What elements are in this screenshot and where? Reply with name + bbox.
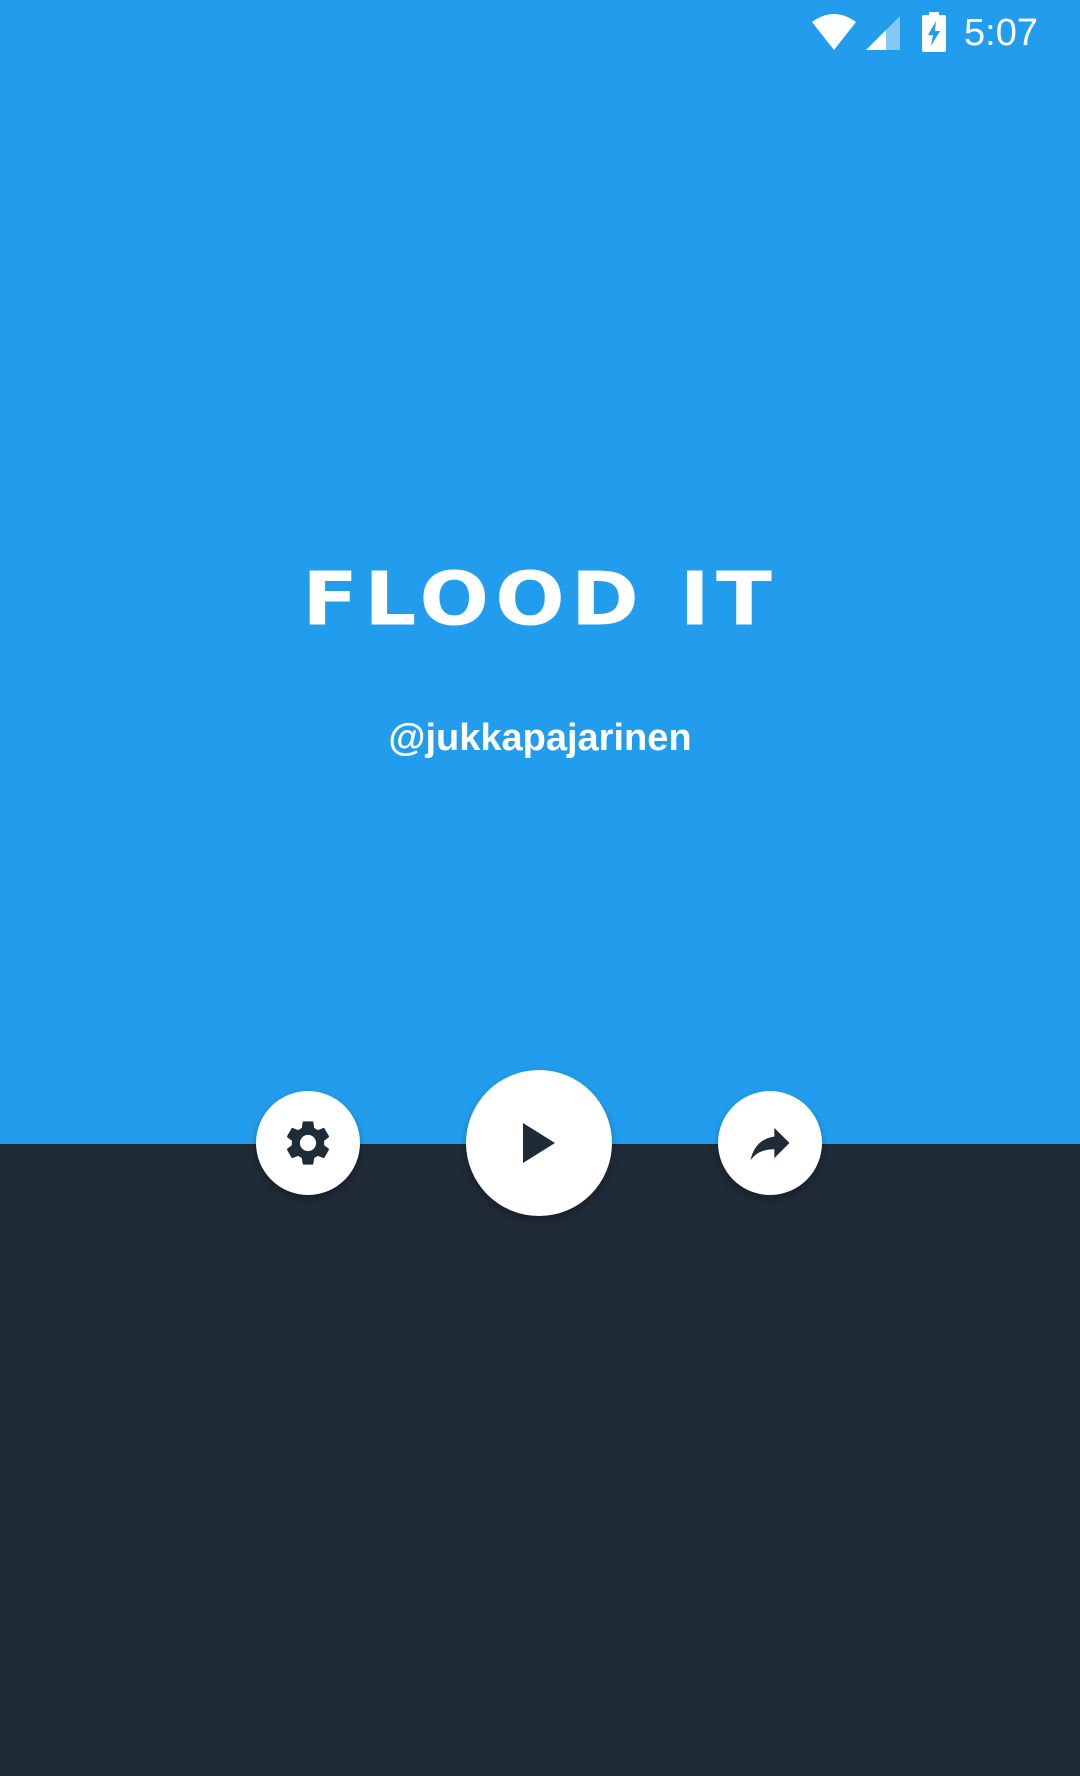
share-button[interactable] bbox=[718, 1091, 822, 1195]
cellular-signal-icon bbox=[866, 16, 900, 50]
settings-button[interactable] bbox=[256, 1091, 360, 1195]
bottom-panel bbox=[0, 1144, 1080, 1776]
status-clock: 5:07 bbox=[964, 12, 1038, 54]
play-button[interactable] bbox=[466, 1070, 612, 1216]
author-handle: @jukkapajarinen bbox=[388, 717, 692, 759]
share-icon bbox=[750, 1127, 790, 1161]
status-bar: 5:07 bbox=[0, 0, 1080, 66]
play-icon bbox=[523, 1123, 555, 1163]
battery-charging-icon bbox=[922, 12, 946, 52]
gear-icon bbox=[286, 1121, 330, 1165]
wifi-icon bbox=[812, 14, 856, 50]
game-title: FLOOD IT bbox=[302, 556, 778, 643]
